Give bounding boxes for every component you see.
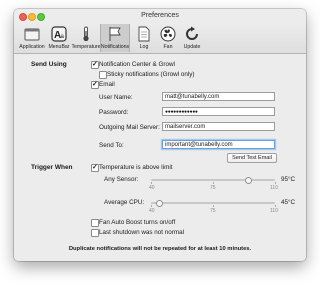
flag-icon	[109, 27, 121, 41]
average-cpu-scale-min: 40	[149, 208, 155, 214]
average-cpu-scale-mid: 75	[210, 208, 216, 214]
temperature-above-checkbox[interactable]	[91, 163, 99, 172]
any-sensor-label: Any Sensor:	[104, 176, 139, 183]
average-cpu-track[interactable]	[151, 202, 275, 204]
footer-note: Duplicate notifications will not be repe…	[68, 246, 252, 252]
any-sensor-value: 95°C	[281, 176, 296, 183]
average-cpu-thumb[interactable]	[156, 199, 164, 207]
last-shutdown-checkbox[interactable]	[91, 229, 99, 237]
any-sensor-thumb[interactable]	[244, 176, 252, 184]
send-to-label: Send To:	[99, 142, 124, 149]
any-sensor-tick-max	[275, 182, 276, 184]
user-name-field[interactable]: matt@tunabelly.com	[162, 92, 275, 101]
notifications-pane: Send Using Notification Center & Growl S…	[14, 54, 306, 261]
email-checkbox[interactable]	[91, 80, 99, 89]
tab-update-label: Update	[183, 44, 201, 50]
fan-boost-checkbox[interactable]	[91, 219, 99, 227]
fan-boost-label: Fan Auto Boost turns on/off	[99, 219, 176, 226]
average-cpu-label: Average CPU:	[104, 199, 145, 206]
refresh-icon	[186, 26, 198, 40]
send-using-heading: Send Using	[31, 61, 67, 68]
any-sensor-tick-mid	[213, 182, 214, 184]
mail-server-field[interactable]: mailserver.com	[162, 122, 275, 131]
temperature-above-label: Temperature is above limit	[99, 164, 173, 171]
average-cpu-tick-max	[275, 205, 276, 207]
sticky-label: Sticky notifications (Growl only)	[107, 71, 195, 78]
notification-center-checkbox[interactable]	[91, 60, 99, 69]
preferences-toolbar: Application A a MenuBar Temperature Noti	[14, 23, 306, 54]
mail-server-label: Outgoing Mail Server:	[99, 124, 160, 131]
notification-center-label: Notification Center & Growl	[99, 61, 175, 68]
thermometer-icon	[83, 26, 89, 42]
tab-update[interactable]: Update	[178, 24, 206, 52]
window-icon	[24, 28, 40, 41]
any-sensor-scale-max: 110	[270, 185, 278, 191]
send-to-field[interactable]: important@tunabelly.com	[162, 140, 275, 149]
password-field[interactable]: ●●●●●●●●●●●●	[162, 107, 275, 116]
tab-temperature[interactable]: Temperature	[71, 24, 101, 52]
any-sensor-scale-mid: 75	[210, 185, 216, 191]
fan-icon	[160, 26, 176, 42]
email-label: Email	[99, 81, 115, 88]
average-cpu-value: 45°C	[281, 199, 296, 206]
average-cpu-scale-max: 110	[270, 208, 278, 214]
font-a-icon: A a	[51, 26, 67, 42]
last-shutdown-label: Last shutdown was not normal	[99, 229, 185, 236]
send-test-email-button[interactable]: Send Test Email	[227, 153, 277, 163]
title-bar[interactable]: Preferences	[14, 9, 306, 23]
user-name-label: User Name:	[99, 94, 133, 101]
any-sensor-track[interactable]	[151, 179, 275, 181]
trigger-when-heading: Trigger When	[31, 164, 73, 171]
password-label: Password:	[99, 109, 129, 116]
any-sensor-scale-min: 40	[149, 185, 155, 191]
sticky-checkbox[interactable]	[99, 71, 107, 79]
window-title: Preferences	[141, 12, 179, 19]
average-cpu-tick-mid	[213, 205, 214, 207]
preferences-window: Preferences Application A a MenuBar Temp…	[14, 9, 306, 261]
average-cpu-tick-min	[151, 205, 152, 207]
any-sensor-tick-min	[151, 182, 152, 184]
log-document-icon	[138, 26, 150, 42]
